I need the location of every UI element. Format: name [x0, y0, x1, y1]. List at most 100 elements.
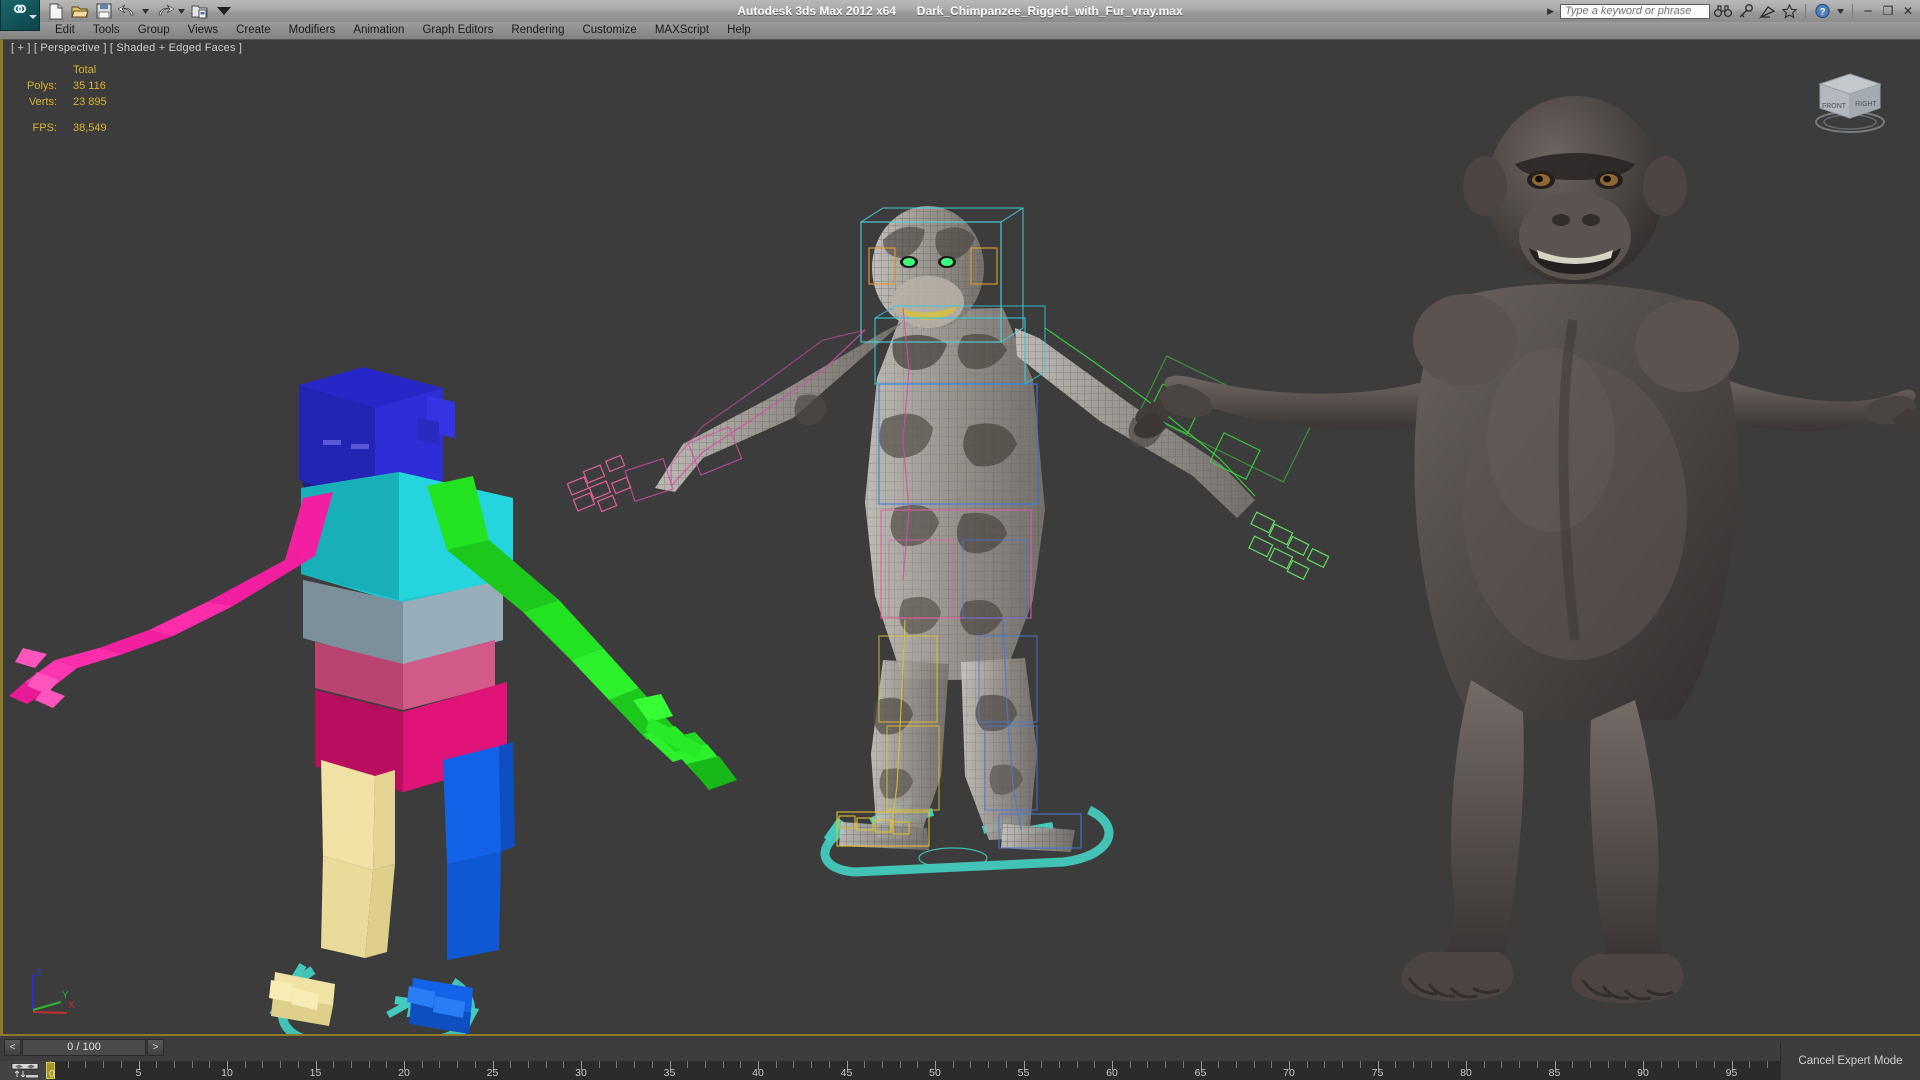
restore-button[interactable]: ❐	[1880, 2, 1896, 20]
menu-item-graph-editors[interactable]: Graph Editors	[413, 22, 502, 39]
menu-item-views[interactable]: Views	[179, 22, 227, 39]
timeline-tick-label: 25	[486, 1067, 499, 1079]
timeline-tick	[1483, 1061, 1485, 1068]
timeline-tick	[616, 1061, 618, 1068]
time-bar-area: < 0 / 100 > 0 5 10 15 20 25 30 35 40 45 50 55 60 65 70…	[0, 1034, 1920, 1080]
menu-item-rendering[interactable]: Rendering	[502, 22, 573, 39]
undo-icon[interactable]	[117, 1, 138, 21]
close-button[interactable]: ✕	[1900, 2, 1916, 20]
timeline-tick	[1058, 1061, 1060, 1068]
minimize-button[interactable]: ─	[1860, 2, 1876, 20]
menu-item-group[interactable]: Group	[129, 22, 179, 39]
timeline-tick	[881, 1061, 883, 1068]
current-frame-field[interactable]: 0 / 100	[22, 1039, 146, 1056]
help-circle-icon[interactable]: ?	[1813, 2, 1831, 20]
qat-overflow-icon[interactable]	[213, 1, 234, 21]
timeline-tick	[864, 1061, 866, 1068]
timeline-tick-label: 45	[840, 1067, 853, 1079]
timeline-tick	[120, 1061, 122, 1068]
timeline-tick	[1766, 1061, 1768, 1068]
timeline-tick	[598, 1061, 600, 1068]
view-cube[interactable]: FRONT RIGHT	[1804, 56, 1896, 134]
menu-item-help[interactable]: Help	[718, 22, 760, 39]
timeline-tick	[527, 1061, 529, 1068]
menu-item-customize[interactable]: Customize	[573, 22, 645, 39]
timeline-tick	[1129, 1061, 1131, 1068]
timeline-tick-label: 85	[1548, 1067, 1561, 1079]
timeline-tick	[1165, 1061, 1167, 1068]
timeline-tick	[740, 1061, 742, 1068]
timeline-tick	[988, 1061, 990, 1068]
application-button[interactable]: ⚭	[0, 0, 40, 31]
max-window: ⚭ Autodesk 3ds Max 2012 x64 Dark_Chimpan…	[0, 0, 1920, 1080]
perspective-viewport[interactable]: [ + ] [ Perspective ] [ Shaded + Edged F…	[0, 39, 1920, 1034]
timeline-tick	[1749, 1061, 1751, 1068]
track-bar[interactable]: 0510152025303540455055606570758085909510…	[0, 1061, 1920, 1080]
timeline-tick	[439, 1061, 441, 1068]
timeline-tick	[1430, 1061, 1432, 1068]
timeline-tick	[1625, 1061, 1627, 1068]
chevron-right-icon[interactable]: ▶	[1547, 6, 1554, 17]
timeline-tick	[1041, 1061, 1043, 1068]
timeline-tick	[1713, 1061, 1715, 1068]
toolbar-divider	[1805, 4, 1806, 18]
timeline-tick	[103, 1061, 105, 1068]
app-title: Autodesk 3ds Max 2012 x64	[737, 4, 897, 18]
next-frame-button[interactable]: >	[147, 1039, 164, 1056]
timeline-tick	[917, 1061, 919, 1068]
timeline-tick	[191, 1061, 193, 1068]
chimpanzee-wireframe-rig	[566, 206, 1330, 877]
timeline-tick	[687, 1061, 689, 1068]
timeline-tick-label: 80	[1460, 1067, 1472, 1079]
timeline-tick-label: 20	[398, 1067, 410, 1079]
timeline-tick	[1572, 1061, 1574, 1068]
timeline-ruler[interactable]: 0510152025303540455055606570758085909510…	[46, 1061, 1829, 1080]
key-icon[interactable]	[1736, 2, 1754, 20]
timeline-tick	[1235, 1061, 1237, 1068]
timeline-tick	[421, 1061, 423, 1068]
cancel-expert-mode-button[interactable]: Cancel Expert Mode	[1780, 1042, 1920, 1080]
undo-dropdown-icon[interactable]	[141, 1, 150, 21]
timeline-tick	[1501, 1061, 1503, 1068]
satellite-dish-icon[interactable]	[1758, 2, 1776, 20]
menu-bar: Edit Tools Group Views Create Modifiers …	[0, 22, 1920, 39]
timeline-tick-label: 55	[1017, 1067, 1030, 1079]
menu-item-edit[interactable]: Edit	[46, 22, 84, 39]
key-filter-icon[interactable]	[0, 1061, 50, 1080]
search-input[interactable]	[1560, 3, 1710, 19]
chevron-down-icon	[29, 15, 37, 19]
quick-access-toolbar	[45, 0, 234, 22]
timeline-tick-label: 30	[575, 1067, 587, 1079]
timeline-tick	[793, 1061, 795, 1068]
redo-icon[interactable]	[153, 1, 174, 21]
axis-z-label: Z	[36, 968, 42, 979]
open-file-icon[interactable]	[69, 1, 90, 21]
star-icon[interactable]	[1780, 2, 1798, 20]
help-dropdown-icon[interactable]	[1835, 2, 1845, 20]
timeline-tick	[545, 1061, 547, 1068]
save-file-icon[interactable]	[93, 1, 114, 21]
timeline-tick-label: 35	[663, 1067, 676, 1079]
timeline-playhead[interactable]: 0	[46, 1062, 55, 1080]
timeline-tick	[1147, 1061, 1149, 1068]
timeline-tick	[350, 1061, 352, 1068]
timeline-tick	[722, 1061, 724, 1068]
binoculars-icon[interactable]	[1714, 2, 1732, 20]
redo-dropdown-icon[interactable]	[177, 1, 186, 21]
menu-item-tools[interactable]: Tools	[84, 22, 129, 39]
timeline-tick	[563, 1061, 565, 1068]
frame-navigator: < 0 / 100 >	[4, 1039, 164, 1056]
new-file-icon[interactable]	[45, 1, 66, 21]
menu-item-modifiers[interactable]: Modifiers	[280, 22, 345, 39]
timeline-tick-label: 95	[1725, 1067, 1738, 1079]
timeline-tick	[297, 1061, 299, 1068]
menu-item-maxscript[interactable]: MAXScript	[646, 22, 718, 39]
menu-item-animation[interactable]: Animation	[344, 22, 413, 39]
prev-frame-button[interactable]: <	[4, 1039, 21, 1056]
document-title: Dark_Chimpanzee_Rigged_with_Fur_vray.max	[916, 4, 1183, 18]
timeline-tick	[1182, 1061, 1184, 1068]
menu-item-create[interactable]: Create	[227, 22, 280, 39]
rig-boxes-proxy	[9, 367, 737, 1034]
set-project-folder-icon[interactable]	[189, 1, 210, 21]
timeline-tick	[510, 1061, 512, 1068]
